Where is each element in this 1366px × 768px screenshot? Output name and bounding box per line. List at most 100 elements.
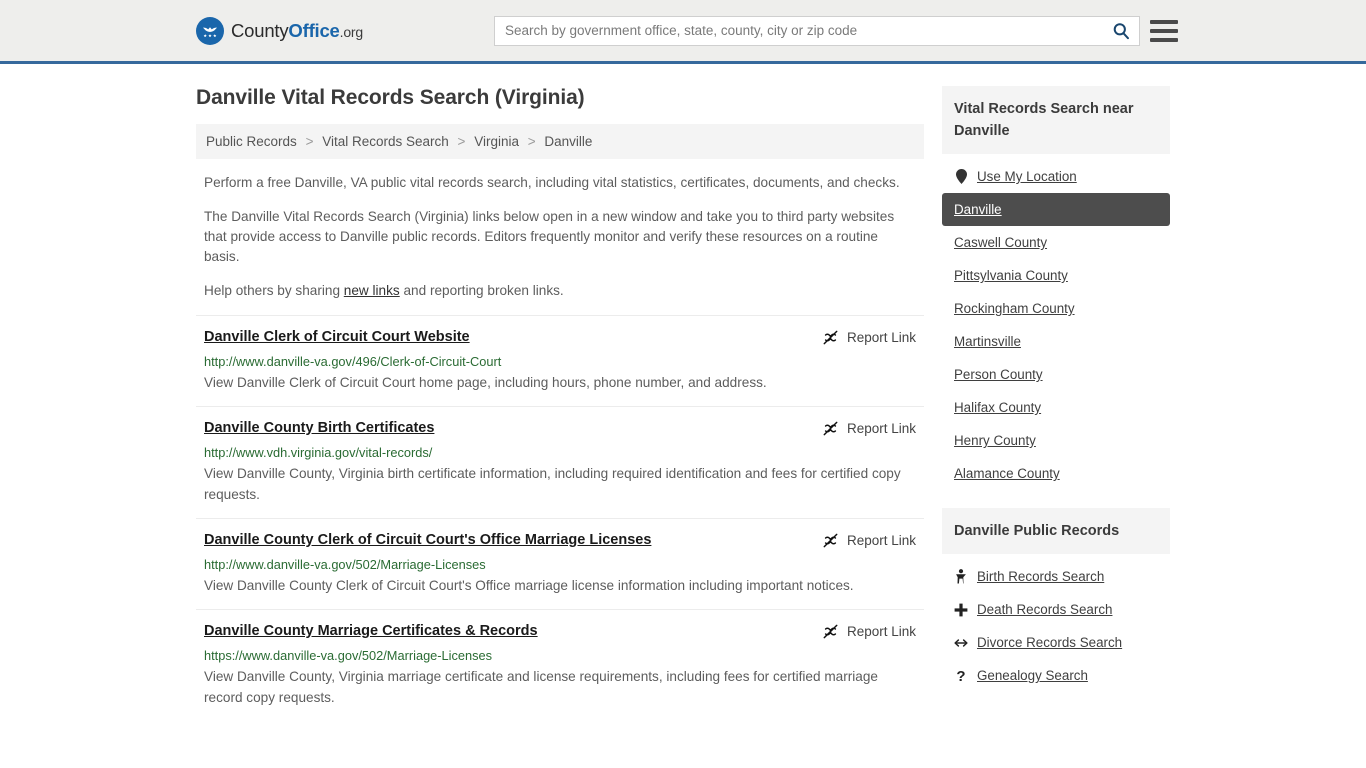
broken-link-icon [823,330,838,345]
sidebar-item-label[interactable]: Death Records Search [977,602,1112,617]
result-item: Danville County Marriage Certificates & … [196,609,924,721]
broken-link-icon [823,533,838,548]
nearby-panel-heading: Vital Records Search near Danville [942,86,1170,154]
left-right-arrow-icon [954,637,968,649]
report-link-label: Report Link [846,330,916,345]
brand-office: Office [288,19,340,41]
sidebar-item-label[interactable]: Person County [954,367,1043,382]
report-link-button[interactable]: Report Link [822,622,916,640]
intro-p3-before: Help others by sharing [204,283,344,298]
report-link-label: Report Link [846,624,916,639]
result-header: Danville Clerk of Circuit Court Website … [204,328,916,347]
breadcrumb: Public Records > Vital Records Search > … [196,124,924,159]
page-body: Danville Vital Records Search (Virginia)… [0,64,1366,721]
result-header: Danville County Marriage Certificates & … [204,622,916,641]
breadcrumb-item-0[interactable]: Public Records [206,134,297,149]
sidebar-item-label[interactable]: Caswell County [954,235,1047,250]
breadcrumb-separator: > [457,134,466,149]
page-title: Danville Vital Records Search (Virginia) [196,86,585,109]
report-link-label: Report Link [846,421,916,436]
sidebar-item-caswell-county[interactable]: Caswell County [942,226,1170,259]
eagle-seal-icon [196,16,224,45]
sidebar-item-henry-county[interactable]: Henry County [942,424,1170,457]
sidebar-item-label[interactable]: Henry County [954,433,1036,448]
sidebar-item-label[interactable]: Divorce Records Search [977,635,1122,650]
sidebar-item-danville[interactable]: Danville [942,193,1170,226]
sidebar-item-use-my-location[interactable]: Use My Location [942,160,1170,193]
baby-icon [954,569,968,584]
cross-plus-icon [954,603,968,617]
menu-bar-1 [1150,19,1178,24]
sidebar-item-label[interactable]: Use My Location [977,169,1077,184]
sidebar-item-divorce-records-search[interactable]: Divorce Records Search [942,626,1170,659]
result-url: http://www.danville-va.gov/502/Marriage-… [204,557,486,572]
result-title-link[interactable]: Danville County Birth Certificates [204,419,434,438]
result-description: View Danville Clerk of Circuit Court hom… [204,375,767,390]
sidebar-item-death-records-search[interactable]: Death Records Search [942,593,1170,626]
result-title-link[interactable]: Danville County Marriage Certificates & … [204,622,538,641]
sidebar-item-genealogy-search[interactable]: ? Genealogy Search [942,659,1170,692]
report-link-label: Report Link [846,533,916,548]
result-url: http://www.danville-va.gov/496/Clerk-of-… [204,354,502,369]
sidebar-item-label[interactable]: Rockingham County [954,301,1075,316]
report-link-button[interactable]: Report Link [822,419,916,437]
breadcrumb-item-2[interactable]: Virginia [474,134,519,149]
sidebar-item-label[interactable]: Birth Records Search [977,569,1104,584]
intro-paragraph-2: The Danville Vital Records Search (Virgi… [204,209,895,264]
intro-p3-after: and reporting broken links. [399,283,564,298]
broken-link-icon [823,421,838,436]
result-item: Danville County Birth Certificates Repor… [196,406,924,518]
search-bar[interactable] [494,15,1140,46]
sidebar-item-label[interactable]: Halifax County [954,400,1041,415]
brand-county: County [231,19,289,41]
search-button[interactable] [1103,17,1139,45]
menu-bar-3 [1150,37,1178,42]
result-title-link[interactable]: Danville Clerk of Circuit Court Website [204,328,470,347]
sidebar: Vital Records Search near Danville Use M… [942,86,1170,721]
sidebar-item-label[interactable]: Pittsylvania County [954,268,1068,283]
breadcrumb-item-3[interactable]: Danville [544,134,592,149]
nearby-list: Use My Location Danville Caswell County … [942,154,1170,490]
results-list: Danville Clerk of Circuit Court Website … [196,315,924,721]
sidebar-item-pittsylvania-county[interactable]: Pittsylvania County [942,259,1170,292]
intro-paragraph-1: Perform a free Danville, VA public vital… [204,175,900,190]
result-item: Danville County Clerk of Circuit Court's… [196,518,924,609]
sidebar-item-label[interactable]: Alamance County [954,466,1060,481]
result-url: http://www.vdh.virginia.gov/vital-record… [204,445,433,460]
new-links-link[interactable]: new links [344,283,400,298]
sidebar-item-birth-records-search[interactable]: Birth Records Search [942,560,1170,593]
sidebar-item-rockingham-county[interactable]: Rockingham County [942,292,1170,325]
report-link-button[interactable]: Report Link [822,531,916,549]
result-header: Danville County Clerk of Circuit Court's… [204,531,916,550]
sidebar-item-person-county[interactable]: Person County [942,358,1170,391]
sidebar-item-label[interactable]: Danville [954,202,1002,217]
breadcrumb-separator: > [305,134,314,149]
sidebar-item-martinsville[interactable]: Martinsville [942,325,1170,358]
site-logo[interactable]: CountyOffice.org [196,16,364,45]
report-link-button[interactable]: Report Link [822,328,916,346]
map-pin-icon [954,169,968,184]
result-title-link[interactable]: Danville County Clerk of Circuit Court's… [204,531,651,550]
breadcrumb-item-1[interactable]: Vital Records Search [322,134,449,149]
sidebar-item-label[interactable]: Martinsville [954,334,1021,349]
svg-text:?: ? [956,668,965,683]
result-description: View Danville County, Virginia marriage … [204,669,878,705]
sidebar-item-alamance-county[interactable]: Alamance County [942,457,1170,490]
sidebar-item-label[interactable]: Genealogy Search [977,668,1088,683]
result-item: Danville Clerk of Circuit Court Website … [196,315,924,406]
search-input[interactable] [495,16,1103,45]
broken-link-icon [823,624,838,639]
breadcrumb-separator: > [527,134,536,149]
sidebar-item-halifax-county[interactable]: Halifax County [942,391,1170,424]
menu-bar-2 [1150,28,1178,33]
result-description: View Danville County Clerk of Circuit Co… [204,578,854,593]
question-mark-icon: ? [954,668,968,683]
main-content: Danville Vital Records Search (Virginia)… [196,86,924,721]
intro-paragraph-3: Help others by sharing new links and rep… [196,281,924,301]
result-url: https://www.danville-va.gov/502/Marriage… [204,648,493,663]
public-records-panel: Danville Public Records Birth Records Se… [942,508,1170,692]
public-records-heading: Danville Public Records [942,508,1170,554]
intro-text: Perform a free Danville, VA public vital… [196,173,924,301]
hamburger-menu-icon[interactable] [1150,19,1178,43]
brand-tld: .org [339,23,364,40]
